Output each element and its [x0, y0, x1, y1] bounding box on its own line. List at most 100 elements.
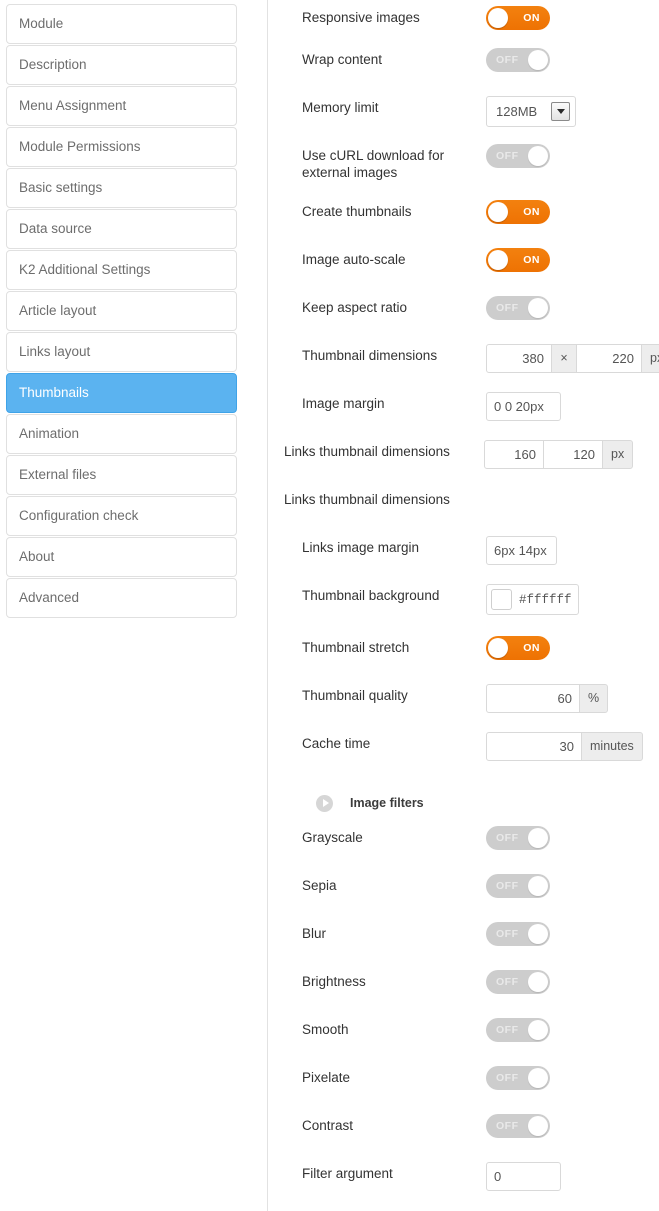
sidebar-item-advanced[interactable]: Advanced — [6, 578, 237, 618]
thumbnail-width-input[interactable] — [486, 344, 552, 373]
label-links-thumbnail-dimensions-2: Links thumbnail dimensions — [284, 492, 450, 507]
sidebar-item-links-layout[interactable]: Links layout — [6, 332, 237, 372]
toggle-state-label: ON — [523, 206, 540, 218]
color-swatch[interactable] — [491, 589, 512, 610]
thumbnail-quality-input[interactable] — [486, 684, 580, 713]
label-create-thumbnails: Create thumbnails — [302, 204, 412, 219]
label-wrap-content: Wrap content — [302, 52, 383, 67]
toggle-brightness[interactable]: OFF — [486, 970, 550, 994]
sidebar-item-description[interactable]: Description — [6, 45, 237, 85]
setting-row-image-auto-scale: Image auto-scale ON — [302, 248, 659, 296]
links-image-margin-input[interactable] — [486, 536, 557, 565]
sidebar-item-label: Advanced — [19, 590, 80, 606]
toggle-contrast[interactable]: OFF — [486, 1114, 550, 1138]
toggle-knob — [528, 146, 548, 166]
toggle-state-label: OFF — [496, 880, 519, 892]
toggle-state-label: OFF — [496, 1024, 519, 1036]
sidebar-item-module[interactable]: Module — [6, 4, 237, 44]
setting-row-create-thumbnails: Create thumbnails ON — [302, 200, 659, 248]
label-thumbnail-background: Thumbnail background — [302, 588, 440, 603]
toggle-create-thumbnails[interactable]: ON — [486, 200, 550, 224]
sidebar-item-animation[interactable]: Animation — [6, 414, 237, 454]
setting-row-sepia: Sepia OFF — [302, 874, 659, 922]
chevron-down-icon[interactable] — [551, 102, 570, 121]
label-thumbnail-dimensions: Thumbnail dimensions — [302, 348, 438, 363]
section-header-image-filters[interactable]: Image filters — [302, 780, 659, 826]
label-blur: Blur — [302, 926, 327, 941]
links-thumbnail-height-input[interactable] — [543, 440, 603, 469]
setting-row-keep-aspect-ratio: Keep aspect ratio OFF — [302, 296, 659, 344]
toggle-knob — [528, 924, 548, 944]
toggle-state-label: OFF — [496, 302, 519, 314]
thumbnail-quality-group: % — [486, 684, 609, 713]
dimension-separator: × — [551, 344, 577, 373]
sidebar-item-basic-settings[interactable]: Basic settings — [6, 168, 237, 208]
select-memory-limit[interactable]: 128MB — [486, 96, 576, 127]
sidebar-item-label: Description — [19, 57, 87, 73]
toggle-knob — [528, 298, 548, 318]
sidebar-item-menu-assignment[interactable]: Menu Assignment — [6, 86, 237, 126]
links-thumbnail-width-input[interactable] — [484, 440, 544, 469]
setting-row-thumbnail-quality: Thumbnail quality % — [302, 684, 659, 732]
chevron-right-circle-icon[interactable] — [316, 794, 333, 812]
label-pixelate: Pixelate — [302, 1070, 351, 1085]
toggle-image-auto-scale[interactable]: ON — [486, 248, 550, 272]
links-thumbnail-dimensions-unit: px — [602, 440, 634, 469]
sidebar-item-configuration-check[interactable]: Configuration check — [6, 496, 237, 536]
toggle-sepia[interactable]: OFF — [486, 874, 550, 898]
setting-row-brightness: Brightness OFF — [302, 970, 659, 1018]
label-thumbnail-stretch: Thumbnail stretch — [302, 640, 410, 655]
thumbnail-background-color-field[interactable]: #ffffff — [486, 584, 579, 615]
toggle-pixelate[interactable]: OFF — [486, 1066, 550, 1090]
filter-argument-input[interactable] — [486, 1162, 561, 1191]
toggle-grayscale[interactable]: OFF — [486, 826, 550, 850]
toggle-smooth[interactable]: OFF — [486, 1018, 550, 1042]
settings-page: Module Description Menu Assignment Modul… — [0, 0, 659, 1211]
setting-row-use-curl: Use cURL download for external images OF… — [302, 144, 659, 200]
setting-row-grayscale: Grayscale OFF — [302, 826, 659, 874]
sidebar-item-external-files[interactable]: External files — [6, 455, 237, 495]
toggle-knob — [528, 1116, 548, 1136]
sidebar-item-label: Basic settings — [19, 180, 103, 196]
sidebar-item-label: Module — [19, 16, 64, 32]
sidebar-item-thumbnails[interactable]: Thumbnails — [6, 373, 237, 413]
toggle-state-label: ON — [523, 642, 540, 654]
toggle-state-label: ON — [523, 12, 540, 24]
sidebar-item-k2-additional-settings[interactable]: K2 Additional Settings — [6, 250, 237, 290]
label-responsive-images: Responsive images — [302, 10, 420, 25]
sidebar-item-label: Article layout — [19, 303, 97, 319]
section-title-image-filters: Image filters — [350, 796, 424, 810]
setting-row-links-thumbnail-dimensions-2: Links thumbnail dimensions — [284, 488, 659, 536]
setting-row-thumbnail-stretch: Thumbnail stretch ON — [302, 636, 659, 684]
toggle-knob — [488, 8, 508, 28]
toggle-use-curl[interactable]: OFF — [486, 144, 550, 168]
thumbnail-height-input[interactable] — [576, 344, 642, 373]
toggle-knob — [488, 202, 508, 222]
select-memory-limit-value: 128MB — [496, 104, 538, 119]
toggle-state-label: OFF — [496, 1072, 519, 1084]
cache-time-group: minutes — [486, 732, 643, 761]
sidebar-item-data-source[interactable]: Data source — [6, 209, 237, 249]
label-brightness: Brightness — [302, 974, 366, 989]
toggle-knob — [528, 876, 548, 896]
setting-row-contrast: Contrast OFF — [302, 1114, 659, 1162]
sidebar-item-article-layout[interactable]: Article layout — [6, 291, 237, 331]
sidebar-item-about[interactable]: About — [6, 537, 237, 577]
toggle-thumbnail-stretch[interactable]: ON — [486, 636, 550, 660]
toggle-state-label: OFF — [496, 832, 519, 844]
sidebar-item-label: About — [19, 549, 55, 565]
toggle-keep-aspect-ratio[interactable]: OFF — [486, 296, 550, 320]
setting-row-thumbnail-dimensions: Thumbnail dimensions × px — [302, 344, 659, 392]
sidebar-item-module-permissions[interactable]: Module Permissions — [6, 127, 237, 167]
sidebar-item-label: Configuration check — [19, 508, 139, 524]
toggle-knob — [488, 250, 508, 270]
image-margin-input[interactable] — [486, 392, 561, 421]
toggle-wrap-content[interactable]: OFF — [486, 48, 550, 72]
cache-time-input[interactable] — [486, 732, 582, 761]
toggle-blur[interactable]: OFF — [486, 922, 550, 946]
toggle-knob — [528, 50, 548, 70]
toggle-responsive-images[interactable]: ON — [486, 6, 550, 30]
setting-row-thumbnail-background: Thumbnail background #ffffff — [302, 584, 659, 636]
toggle-state-label: ON — [523, 254, 540, 266]
toggle-state-label: OFF — [496, 1120, 519, 1132]
